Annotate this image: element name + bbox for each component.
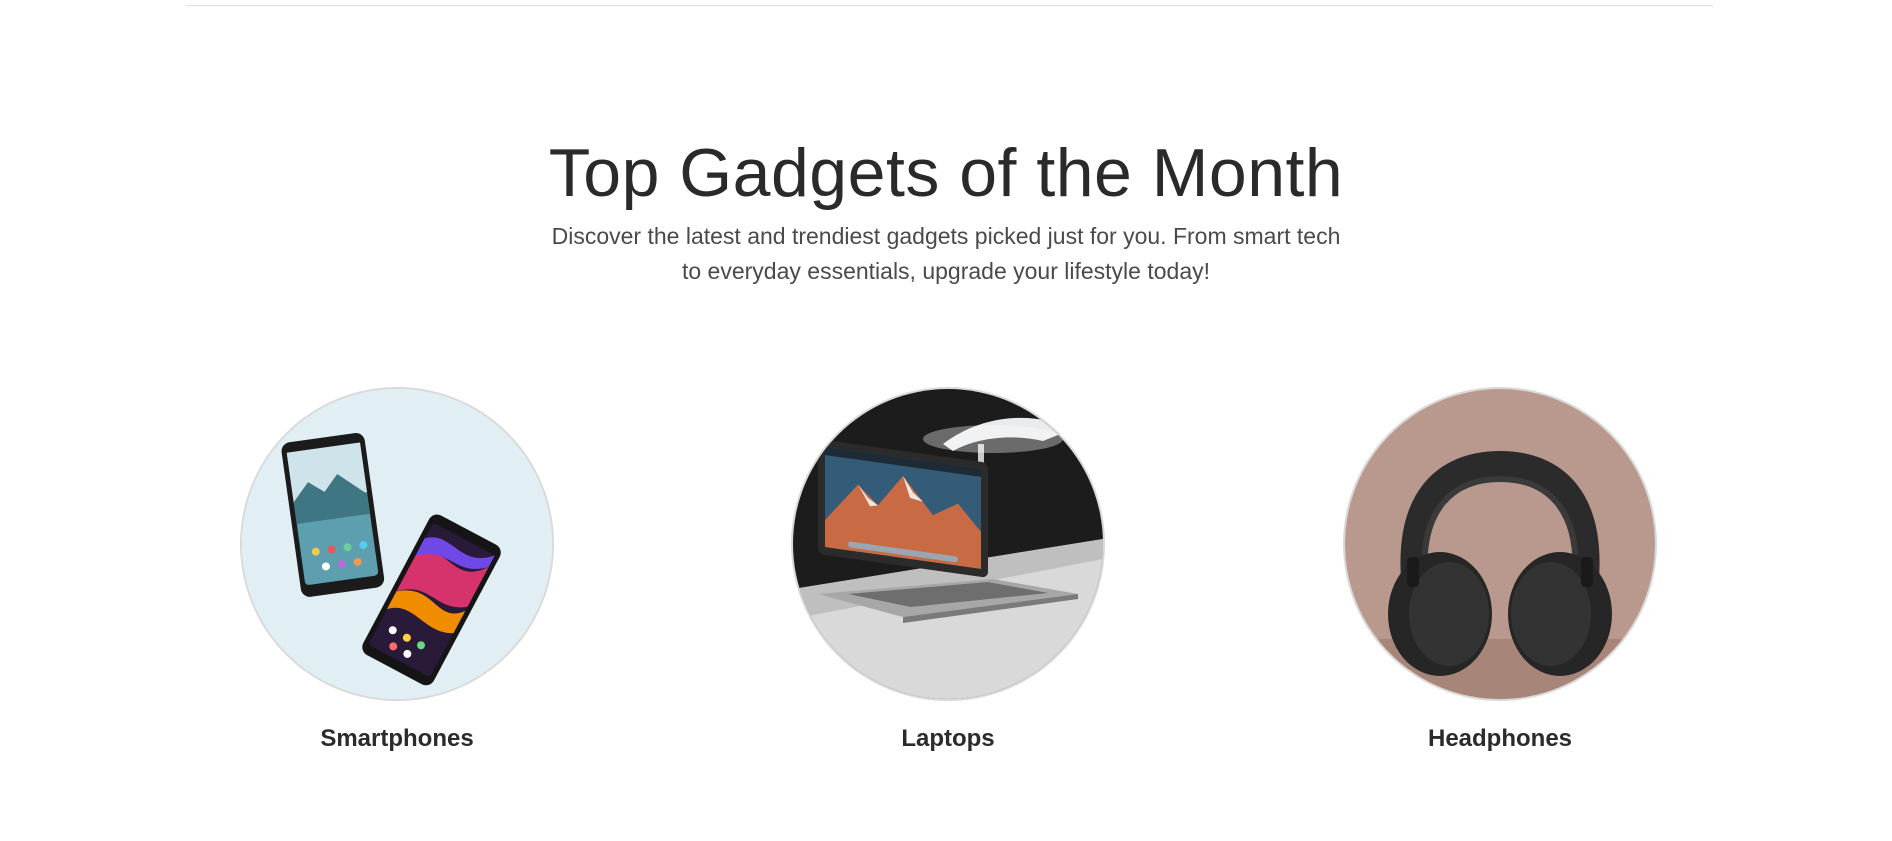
category-label-laptops[interactable]: Laptops bbox=[791, 725, 1105, 753]
smartphones-image[interactable] bbox=[240, 387, 554, 701]
section-title: Top Gadgets of the Month bbox=[548, 135, 1344, 211]
top-divider bbox=[186, 5, 1713, 6]
category-card-headphones[interactable]: Headphones bbox=[1343, 387, 1657, 753]
category-label-smartphones[interactable]: Smartphones bbox=[240, 725, 554, 753]
headphones-image[interactable] bbox=[1343, 387, 1657, 701]
smartphones-illustration bbox=[242, 389, 552, 699]
laptops-illustration bbox=[793, 389, 1103, 699]
category-card-smartphones[interactable]: Smartphones bbox=[240, 387, 554, 753]
section-subtitle: Discover the latest and trendiest gadget… bbox=[551, 223, 1341, 284]
category-card-laptops[interactable]: Laptops bbox=[791, 387, 1105, 753]
headphones-illustration bbox=[1345, 389, 1655, 699]
laptops-image[interactable] bbox=[791, 387, 1105, 701]
category-label-headphones[interactable]: Headphones bbox=[1343, 725, 1657, 753]
